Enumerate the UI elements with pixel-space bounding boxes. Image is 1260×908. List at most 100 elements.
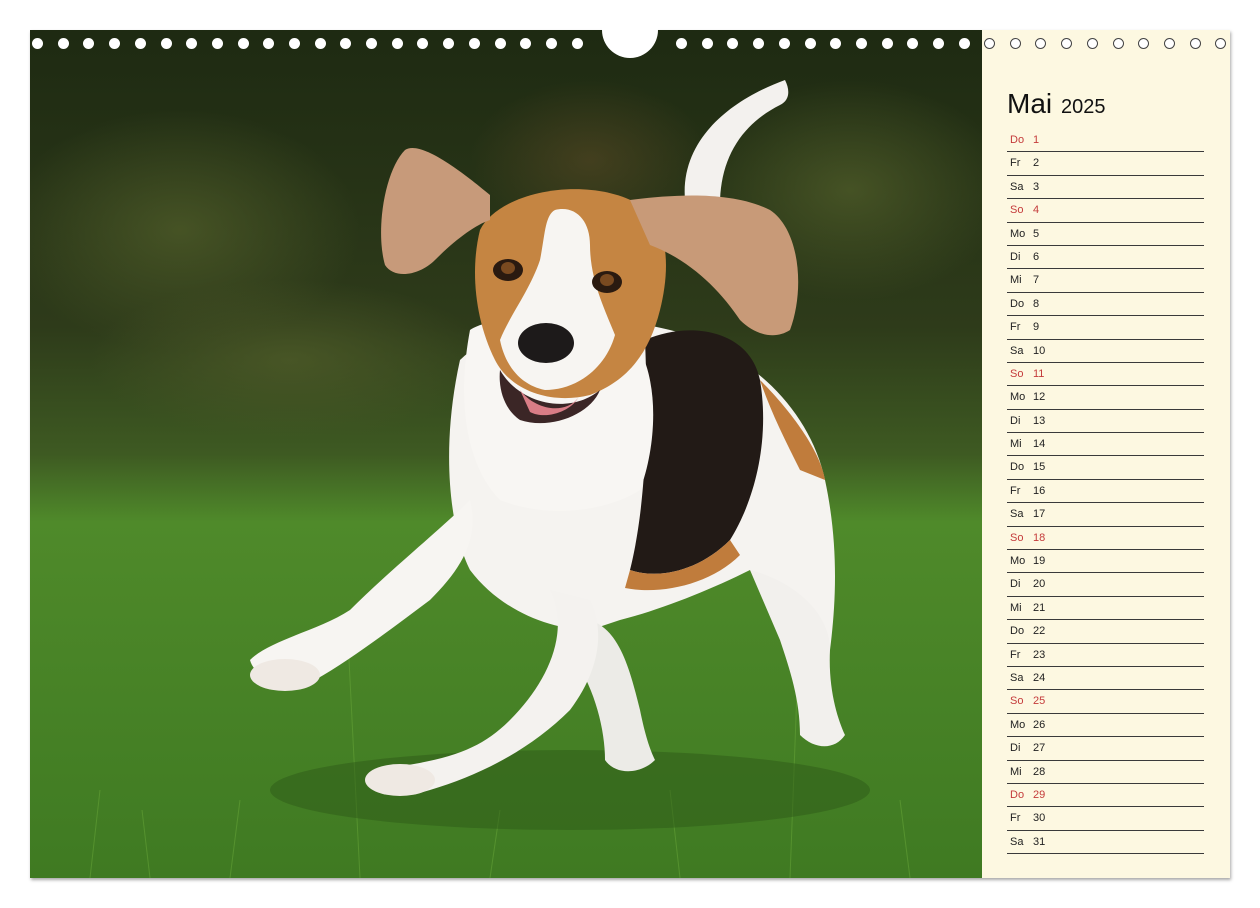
day-number: 31 — [1033, 835, 1046, 848]
day-row: Do 29 — [1007, 784, 1204, 808]
weekday-label: Do — [1010, 625, 1025, 638]
weekday-label: Sa — [1010, 508, 1024, 521]
day-row: Mo 19 — [1007, 550, 1204, 574]
binding-hole — [366, 38, 377, 49]
day-row: Mo 5 — [1007, 223, 1204, 246]
day-row: Do 8 — [1007, 293, 1204, 317]
day-number: 4 — [1033, 204, 1040, 217]
binding-hole — [572, 38, 583, 49]
binding-hole — [546, 38, 557, 49]
day-number: 27 — [1033, 742, 1046, 755]
binding-hole — [1061, 38, 1072, 49]
binding-hole — [58, 38, 69, 49]
day-row: Di 20 — [1007, 573, 1204, 597]
binding-hole — [882, 38, 893, 49]
binding-hole — [83, 38, 94, 49]
day-row: Di 6 — [1007, 246, 1204, 270]
day-row: Mo 26 — [1007, 714, 1204, 738]
weekday-label: Mo — [1010, 555, 1026, 568]
weekday-label: Mi — [1010, 438, 1022, 451]
day-number: 23 — [1033, 648, 1046, 661]
binding-hole — [238, 38, 249, 49]
day-number: 5 — [1033, 227, 1040, 240]
day-row: Sa 24 — [1007, 667, 1204, 691]
binding-hole — [186, 38, 197, 49]
binding-hole — [315, 38, 326, 49]
day-row: Di 27 — [1007, 737, 1204, 761]
day-number: 1 — [1033, 134, 1040, 146]
binding-hole — [109, 38, 120, 49]
day-row: Sa 10 — [1007, 340, 1204, 363]
day-number: 14 — [1033, 438, 1046, 451]
day-row: Fr 23 — [1007, 644, 1204, 667]
day-row: Fr 30 — [1007, 807, 1204, 831]
binding-hole — [469, 38, 480, 49]
binding-hole — [856, 38, 867, 49]
day-row: Do 22 — [1007, 620, 1204, 644]
day-row: Fr 2 — [1007, 152, 1204, 176]
day-row: Mi 28 — [1007, 761, 1204, 784]
day-row: So 11 — [1007, 363, 1204, 387]
weekday-label: Do — [1010, 788, 1025, 801]
weekday-label: Di — [1010, 250, 1021, 263]
weekday-label: Di — [1010, 414, 1021, 427]
day-number: 30 — [1033, 812, 1046, 825]
day-row: Mi 7 — [1007, 269, 1204, 293]
weekday-label: Di — [1010, 578, 1021, 591]
day-list: Do 1 Fr 2 Sa 3 So 4 Mo 5 Di 6 Mi 7 Do 8 Fr 9 Sa 10 So 11 Mo 12 D… — [1007, 129, 1204, 855]
day-number: 18 — [1033, 531, 1046, 544]
day-row: Do 1 — [1007, 129, 1204, 153]
binding-hole — [1087, 38, 1098, 49]
day-row: Sa 31 — [1007, 831, 1204, 855]
beagle-photo — [30, 30, 982, 878]
binding-hole — [676, 38, 687, 49]
binding-hole — [1190, 38, 1201, 49]
day-row: So 25 — [1007, 690, 1204, 714]
weekday-label: Do — [1010, 134, 1025, 146]
binding-hole — [417, 38, 428, 49]
day-row: Mi 21 — [1007, 597, 1204, 621]
day-number: 6 — [1033, 250, 1040, 263]
weekday-label: Fr — [1010, 157, 1021, 170]
day-number: 2 — [1033, 157, 1040, 170]
weekday-label: Sa — [1010, 671, 1024, 684]
binding-hole — [933, 38, 944, 49]
binding-hole — [263, 38, 274, 49]
binding-hole — [520, 38, 531, 49]
weekday-label: Do — [1010, 461, 1025, 474]
binding-hole — [392, 38, 403, 49]
day-row: Fr 9 — [1007, 316, 1204, 340]
weekday-label: So — [1010, 695, 1024, 708]
year: 2025 — [1061, 96, 1106, 118]
binding-hole — [289, 38, 300, 49]
binding-hole — [959, 38, 970, 49]
day-row: Do 15 — [1007, 456, 1204, 480]
binding-hole — [1164, 38, 1175, 49]
hanger-cutout — [602, 26, 658, 58]
binding-hole — [1215, 38, 1226, 49]
binding-hole — [443, 38, 454, 49]
weekday-label: Fr — [1010, 648, 1021, 661]
day-number: 9 — [1033, 321, 1040, 334]
calendar-page: Mai 2025 Do 1 Fr 2 Sa 3 So 4 Mo 5 Di 6 Mi 7 Do 8 Fr 9 Sa 10… — [30, 26, 1230, 878]
binding-hole — [702, 38, 713, 49]
day-number: 16 — [1033, 484, 1046, 497]
binding-hole — [135, 38, 146, 49]
day-number: 20 — [1033, 578, 1046, 591]
weekday-label: Mo — [1010, 227, 1026, 240]
day-number: 28 — [1033, 765, 1046, 778]
day-number: 3 — [1033, 180, 1040, 193]
binding-hole — [984, 38, 995, 49]
binding-hole — [1010, 38, 1021, 49]
binding-holes — [30, 26, 1230, 58]
day-number: 19 — [1033, 555, 1046, 568]
weekday-label: Mo — [1010, 391, 1026, 404]
binding-hole — [212, 38, 223, 49]
day-number: 8 — [1033, 297, 1040, 310]
binding-hole — [753, 38, 764, 49]
weekday-label: Sa — [1010, 344, 1024, 357]
day-number: 7 — [1033, 274, 1040, 287]
weekday-label: Do — [1010, 297, 1025, 310]
binding-hole — [340, 38, 351, 49]
binding-hole — [727, 38, 738, 49]
